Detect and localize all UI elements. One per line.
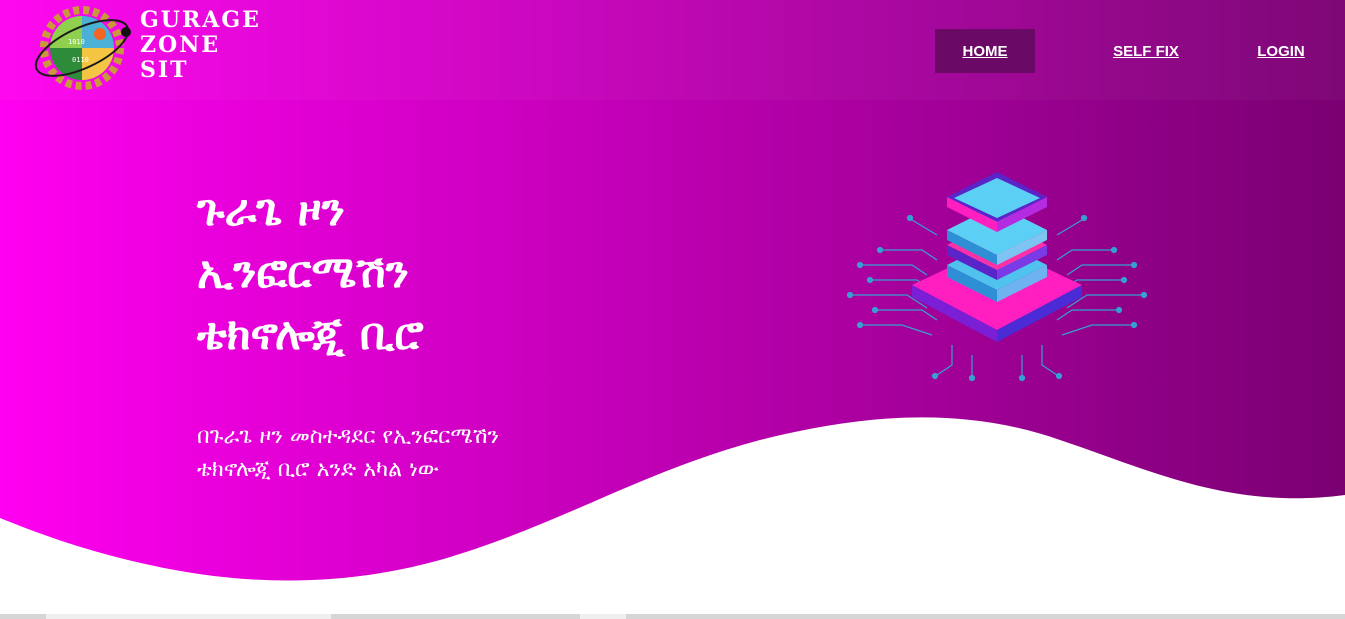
strip-segment	[46, 614, 331, 619]
svg-text:0110: 0110	[72, 56, 89, 64]
nav-login-link[interactable]: LOGIN	[1247, 29, 1315, 73]
server-circuit-icon	[846, 172, 1148, 382]
page-scroll-strip	[0, 614, 1345, 619]
brand-name[interactable]: GURAGE ZONE SIT	[140, 8, 261, 83]
hero-subtitle-line-1: በጉራጌ ዞን መስተዳደር የኢንፎርሜሽን	[197, 424, 500, 449]
brand-line-1: GURAGE	[140, 7, 261, 33]
site-header: 1010 0110 GURAGE ZONE SIT HOME SELF FIX …	[0, 0, 1345, 100]
hero-subtitle-line-2: ቴክኖሎጂ ቢሮ አንድ አካል ነው	[197, 457, 439, 482]
nav-home-link[interactable]: HOME	[935, 29, 1035, 73]
hero-subtitle: በጉራጌ ዞን መስተዳደር የኢንፎርሜሽን ቴክኖሎጂ ቢሮ አንድ አካል…	[197, 420, 499, 486]
nav-self-fix-link[interactable]: SELF FIX	[1105, 29, 1187, 73]
hero-title: ጉራጌ ዞን ኢንፎርሜሽን ቴክኖሎጂ ቢሮ	[197, 180, 424, 366]
hero-title-line-2: ኢንፎርሜሽን	[197, 247, 409, 298]
svg-text:1010: 1010	[68, 38, 85, 46]
hero-title-line-1: ጉራጌ ዞን	[197, 185, 345, 236]
strip-segment	[580, 614, 626, 619]
brand-line-3: SIT	[140, 57, 189, 83]
hero-title-line-3: ቴክኖሎጂ ቢሮ	[197, 309, 424, 360]
brand-line-2: ZONE	[140, 32, 221, 58]
gear-globe-logo-icon[interactable]: 1010 0110	[20, 4, 138, 92]
